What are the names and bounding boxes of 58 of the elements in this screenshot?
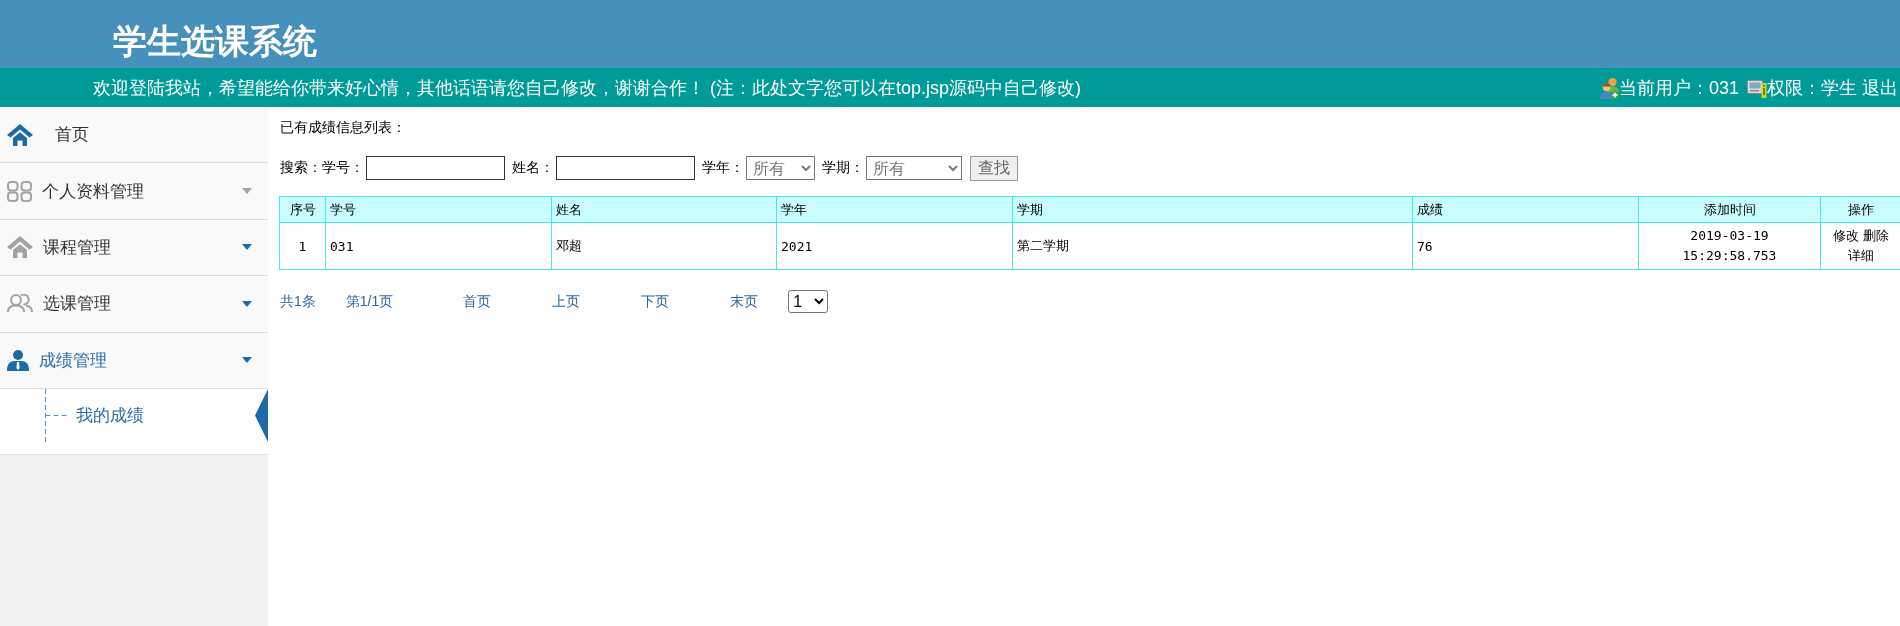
sidebar-item[interactable]: 课程管理	[0, 219, 268, 277]
page-select[interactable]: 1	[788, 290, 829, 313]
house-icon	[7, 236, 33, 259]
field-label: 学年：	[702, 159, 744, 177]
column-header: 添加时间	[1638, 196, 1821, 223]
input-field[interactable]	[366, 156, 505, 180]
caret-icon	[242, 300, 252, 307]
select-field[interactable]: 所有	[866, 156, 962, 180]
submenu-item[interactable]: 我的成绩	[76, 403, 144, 427]
action-link[interactable]: 详细	[1847, 246, 1874, 266]
search-button[interactable]: 查找	[970, 155, 1018, 181]
id-card-icon	[1747, 77, 1767, 98]
sidebar-item[interactable]: 选课管理	[0, 276, 268, 333]
site-title: 学生选课系统	[113, 22, 317, 62]
list-heading: 已有成绩信息列表：	[280, 118, 406, 137]
table-cell: 2021	[776, 222, 1013, 270]
caret-icon	[242, 244, 252, 251]
grid-icon	[7, 180, 32, 202]
record-count: 共1条	[280, 292, 316, 311]
sidebar-item[interactable]: 成绩管理	[0, 332, 268, 389]
table-cell: 第二学期	[1012, 222, 1413, 270]
column-header: 成绩	[1412, 196, 1639, 223]
user-role-info: 权限：学生	[1767, 76, 1857, 100]
sidebar-item[interactable]: 个人资料管理	[0, 163, 268, 220]
column-header: 学号	[325, 196, 552, 223]
tree-connector-icon	[45, 388, 67, 442]
column-header: 学年	[776, 196, 1013, 223]
table-cell: 2019-03-19 15:29:58.753	[1638, 222, 1821, 270]
sidebar-item[interactable]: 首页	[0, 107, 268, 164]
table-cell: 邓超	[551, 222, 777, 270]
column-header: 操作	[1820, 196, 1900, 223]
user-icon	[7, 349, 29, 371]
search-label: 搜索：	[280, 159, 322, 177]
users-icon	[7, 294, 33, 314]
caret-icon	[242, 357, 252, 364]
action-link[interactable]: 修改	[1832, 226, 1859, 246]
column-header: 序号	[279, 196, 326, 223]
field-label: 学号：	[322, 159, 364, 177]
users-icon	[1599, 76, 1619, 99]
table-cell: 1	[279, 222, 326, 270]
action-link[interactable]: 删除	[1862, 226, 1889, 246]
table-cell: 031	[325, 222, 552, 270]
current-user-info: 当前用户：031	[1618, 76, 1739, 100]
page-indicator: 第1/1页	[345, 292, 394, 311]
pagination-link[interactable]: 首页	[463, 292, 492, 311]
column-header: 学期	[1012, 196, 1413, 223]
home-icon	[7, 123, 33, 146]
pagination-link[interactable]: 末页	[730, 292, 759, 311]
field-label: 姓名：	[512, 159, 554, 177]
pagination-link[interactable]: 上页	[552, 292, 581, 311]
column-header: 姓名	[551, 196, 777, 223]
field-label: 学期：	[822, 159, 864, 177]
pagination-link[interactable]: 下页	[641, 292, 670, 311]
welcome-message: 欢迎登陆我站，希望能给你带来好心情，其他话语请您自己修改，谢谢合作！ (注：此处文字您可以在top.jsp源码中自己修改)	[93, 76, 1082, 100]
select-field[interactable]: 所有	[746, 156, 815, 180]
caret-icon	[242, 188, 252, 195]
input-field[interactable]	[556, 156, 695, 180]
table-cell: 76	[1412, 222, 1639, 270]
